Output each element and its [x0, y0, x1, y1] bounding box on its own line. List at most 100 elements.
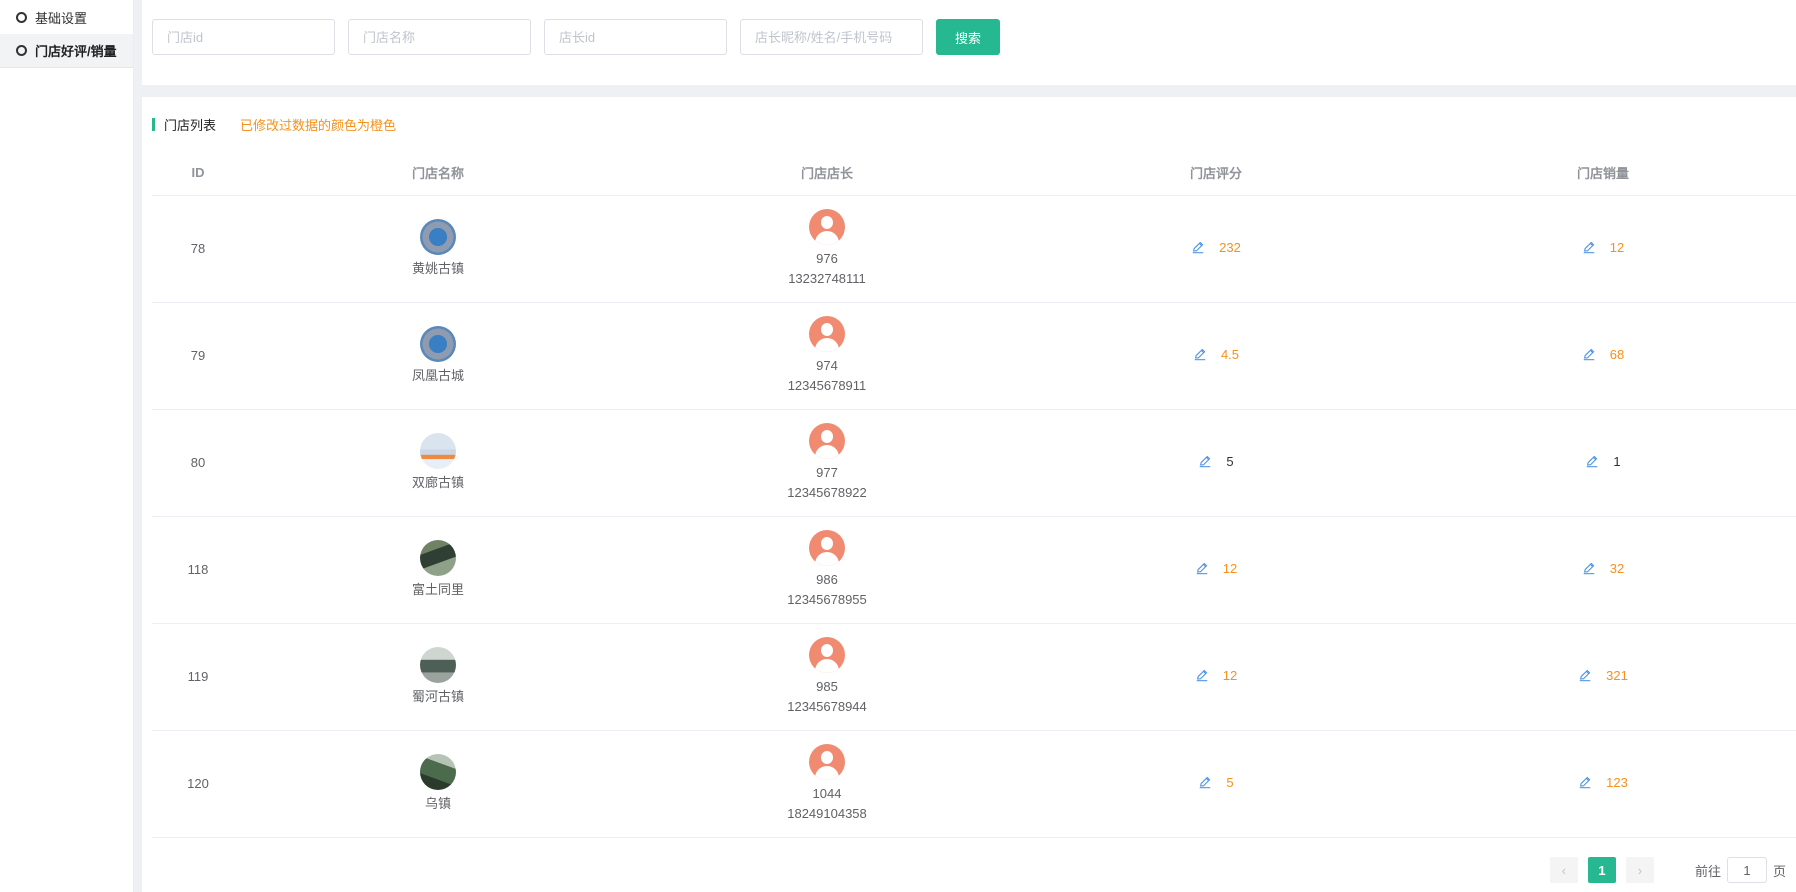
- edit-pencil-icon[interactable]: [1585, 454, 1599, 468]
- circle-icon: [16, 45, 27, 56]
- search-button[interactable]: 搜索: [936, 19, 1000, 55]
- edit-pencil-icon[interactable]: [1582, 347, 1596, 361]
- store-list-panel: 门店列表 已修改过数据的颜色为橙色 ID 门店名称 门店店长 门店评分 门店销量…: [142, 97, 1796, 892]
- goto-page: 前往 页: [1695, 857, 1786, 883]
- sales-cell: 123: [1410, 730, 1796, 838]
- manager-cell: 974 12345678911: [632, 302, 1022, 410]
- edit-pencil-icon[interactable]: [1193, 347, 1207, 361]
- manager-avatar-icon: [809, 208, 845, 245]
- rating-value: 5: [1226, 774, 1234, 790]
- rating-cell: 5: [1022, 409, 1410, 517]
- rating-cell: 5: [1022, 730, 1410, 838]
- sales-cell: 1: [1410, 409, 1796, 517]
- manager-cell: 977 12345678922: [632, 409, 1022, 517]
- edit-pencil-icon[interactable]: [1198, 775, 1212, 789]
- sales-value: 12: [1609, 239, 1625, 255]
- next-page-button[interactable]: ›: [1625, 857, 1654, 883]
- title-accent-bar: [152, 117, 155, 131]
- list-title: 门店列表: [164, 117, 217, 133]
- manager-cell: 986 12345678955: [632, 516, 1022, 624]
- store-image: [420, 218, 456, 255]
- edit-pencil-icon[interactable]: [1578, 775, 1592, 789]
- sales-cell: 12: [1410, 195, 1796, 303]
- edit-pencil-icon[interactable]: [1195, 561, 1209, 575]
- sidebar-item-label: 门店好评/销量: [35, 44, 117, 59]
- sidebar-item-label: 基础设置: [35, 10, 88, 26]
- modified-color-note: 已修改过数据的颜色为橙色: [240, 117, 397, 133]
- store-image: [420, 325, 456, 362]
- manager-avatar-icon: [809, 422, 845, 459]
- sales-cell: 32: [1410, 516, 1796, 624]
- table-row: 119 蜀河古镇 985 12345678944 12 321: [152, 623, 1796, 731]
- manager-info-input[interactable]: [740, 19, 923, 55]
- list-header: 门店列表 已修改过数据的颜色为橙色: [152, 97, 1796, 151]
- sidebar-gap: [134, 0, 142, 892]
- manager-phone: 13232748111: [788, 270, 866, 286]
- sales-cell: 321: [1410, 623, 1796, 731]
- store-name-cell: 乌镇: [244, 730, 632, 838]
- edit-pencil-icon[interactable]: [1198, 454, 1212, 468]
- manager-id: 986: [816, 571, 838, 587]
- store-name-cell: 黄姚古镇: [244, 195, 632, 303]
- sidebar-item-basic-settings[interactable]: 基础设置: [0, 0, 133, 34]
- edit-pencil-icon[interactable]: [1191, 240, 1205, 254]
- manager-avatar-icon: [809, 743, 845, 780]
- store-name: 黄姚古镇: [411, 260, 464, 276]
- manager-id: 976: [816, 250, 838, 266]
- prev-page-button[interactable]: ‹: [1549, 857, 1578, 883]
- main-content: 搜索 门店列表 已修改过数据的颜色为橙色 ID 门店名称 门店店长 门店评分 门…: [142, 0, 1796, 892]
- manager-phone: 12345678911: [787, 377, 867, 393]
- store-name-input[interactable]: [348, 19, 531, 55]
- rating-cell: 232: [1022, 195, 1410, 303]
- page-number-1[interactable]: 1: [1587, 857, 1616, 883]
- manager-id: 974: [816, 357, 838, 373]
- rating-value: 4.5: [1220, 346, 1240, 362]
- sales-value: 321: [1606, 667, 1628, 683]
- sidebar-item-store-rating-sales[interactable]: 门店好评/销量: [0, 34, 133, 68]
- store-image: [420, 539, 456, 576]
- manager-id: 1044: [812, 785, 842, 801]
- goto-page-input[interactable]: [1726, 857, 1767, 883]
- manager-cell: 976 13232748111: [632, 195, 1022, 303]
- goto-prefix: 前往: [1694, 863, 1721, 879]
- edit-pencil-icon[interactable]: [1195, 668, 1209, 682]
- rating-value: 12: [1222, 560, 1238, 576]
- edit-pencil-icon[interactable]: [1582, 561, 1596, 575]
- store-name: 乌镇: [424, 795, 451, 811]
- store-image: [420, 753, 456, 790]
- sidebar: 基础设置 门店好评/销量: [0, 0, 134, 892]
- sales-value: 68: [1609, 346, 1625, 362]
- column-header-id: ID: [152, 151, 244, 196]
- manager-id-input[interactable]: [544, 19, 727, 55]
- rating-value: 12: [1222, 667, 1238, 683]
- store-name-cell: 蜀河古镇: [244, 623, 632, 731]
- manager-phone: 18249104358: [787, 805, 867, 821]
- manager-phone: 12345678955: [787, 591, 867, 607]
- store-name: 蜀河古镇: [411, 688, 464, 704]
- rating-cell: 12: [1022, 623, 1410, 731]
- manager-avatar-icon: [809, 636, 845, 673]
- manager-phone: 12345678944: [787, 698, 867, 714]
- store-table: ID 门店名称 门店店长 门店评分 门店销量 78 黄姚古镇 976 13232748…: [152, 151, 1796, 838]
- store-name: 凤凰古城: [411, 367, 464, 383]
- edit-pencil-icon[interactable]: [1578, 668, 1592, 682]
- table-header-row: ID 门店名称 门店店长 门店评分 门店销量: [152, 151, 1796, 196]
- column-header-rating: 门店评分: [1022, 151, 1410, 196]
- store-id-cell: 78: [152, 195, 244, 303]
- edit-pencil-icon[interactable]: [1582, 240, 1596, 254]
- sales-value: 1: [1613, 453, 1621, 469]
- sales-value: 32: [1609, 560, 1625, 576]
- manager-avatar-icon: [809, 315, 845, 352]
- circle-icon: [16, 11, 27, 23]
- manager-id: 985: [816, 678, 838, 694]
- rating-value: 232: [1219, 239, 1241, 255]
- table-row: 80 双廊古镇 977 12345678922 5 1: [152, 409, 1796, 517]
- table-row: 78 黄姚古镇 976 13232748111 232 12: [152, 195, 1796, 303]
- manager-avatar-icon: [809, 529, 845, 566]
- store-id-cell: 119: [152, 623, 244, 731]
- section-divider: [142, 85, 1796, 97]
- column-header-manager: 门店店长: [632, 151, 1022, 196]
- store-id-input[interactable]: [152, 19, 335, 55]
- store-name: 双廊古镇: [411, 474, 464, 490]
- table-row: 79 凤凰古城 974 12345678911 4.5 68: [152, 302, 1796, 410]
